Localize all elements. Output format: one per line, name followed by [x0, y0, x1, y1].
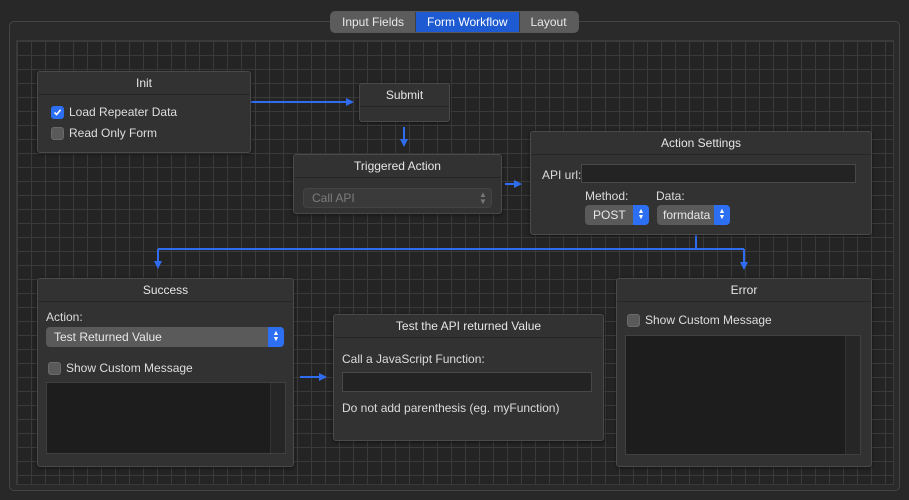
init-node-title: Init: [38, 72, 250, 95]
success-node: Success Action: Test Returned Value ▲ ▼ S…: [37, 278, 294, 467]
triggered-action-node: Triggered Action Call API ▲ ▼: [293, 154, 502, 214]
test-api-title: Test the API returned Value: [334, 315, 603, 338]
triggered-action-value: Call API: [312, 191, 355, 205]
triggered-action-title: Triggered Action: [294, 155, 501, 178]
error-node-title: Error: [617, 279, 871, 302]
checkbox-box: [51, 126, 64, 140]
action-settings-title: Action Settings: [531, 132, 871, 155]
checkbox-box: [48, 361, 61, 375]
function-name-input[interactable]: [342, 372, 592, 392]
method-label: Method:: [585, 189, 629, 203]
scrollbar[interactable]: [845, 336, 860, 454]
read-only-checkbox[interactable]: Read Only Form: [51, 126, 157, 140]
parenthesis-hint: Do not add parenthesis (eg. myFunction): [342, 401, 560, 415]
init-node: Init Load Repeater Data Read Only Form: [37, 71, 251, 153]
scrollbar[interactable]: [270, 383, 285, 453]
api-url-label: API url:: [542, 168, 582, 182]
error-message-textarea[interactable]: [625, 335, 861, 455]
data-value: formdata: [663, 208, 711, 222]
error-show-message-label: Show Custom Message: [645, 313, 772, 327]
api-url-input[interactable]: [581, 164, 856, 183]
success-action-value: Test Returned Value: [54, 330, 162, 344]
load-repeater-checkbox[interactable]: Load Repeater Data: [51, 105, 177, 119]
success-message-textarea[interactable]: [46, 382, 286, 454]
error-show-message-checkbox[interactable]: Show Custom Message: [627, 313, 772, 327]
triggered-action-select[interactable]: Call API ▲ ▼: [303, 188, 492, 208]
success-action-select[interactable]: Test Returned Value ▲ ▼: [46, 327, 284, 347]
read-only-label: Read Only Form: [69, 126, 158, 140]
updown-icon: ▲ ▼: [268, 327, 284, 347]
updown-icon: ▲ ▼: [633, 205, 649, 225]
submit-node: Submit: [359, 83, 450, 122]
method-value: POST: [593, 208, 626, 222]
updown-icon: ▲ ▼: [479, 190, 487, 206]
checkmark-icon: [51, 105, 64, 119]
updown-icon: ▲ ▼: [714, 205, 730, 225]
data-select[interactable]: formdata ▲ ▼: [657, 205, 730, 225]
submit-node-title: Submit: [360, 84, 449, 107]
action-label: Action:: [46, 310, 83, 324]
method-select[interactable]: POST ▲ ▼: [585, 205, 649, 225]
checkbox-box: [627, 313, 640, 327]
data-label: Data:: [656, 189, 685, 203]
success-node-title: Success: [38, 279, 293, 302]
test-api-node: Test the API returned Value Call a JavaS…: [333, 314, 604, 441]
success-show-message-checkbox[interactable]: Show Custom Message: [48, 361, 193, 375]
connector-settings-branch: [158, 235, 744, 250]
call-function-label: Call a JavaScript Function:: [342, 352, 485, 366]
error-node: Error Show Custom Message: [616, 278, 872, 467]
success-show-message-label: Show Custom Message: [66, 361, 193, 375]
action-settings-node: Action Settings API url: Method: Data: P…: [530, 131, 872, 235]
load-repeater-label: Load Repeater Data: [69, 105, 178, 119]
